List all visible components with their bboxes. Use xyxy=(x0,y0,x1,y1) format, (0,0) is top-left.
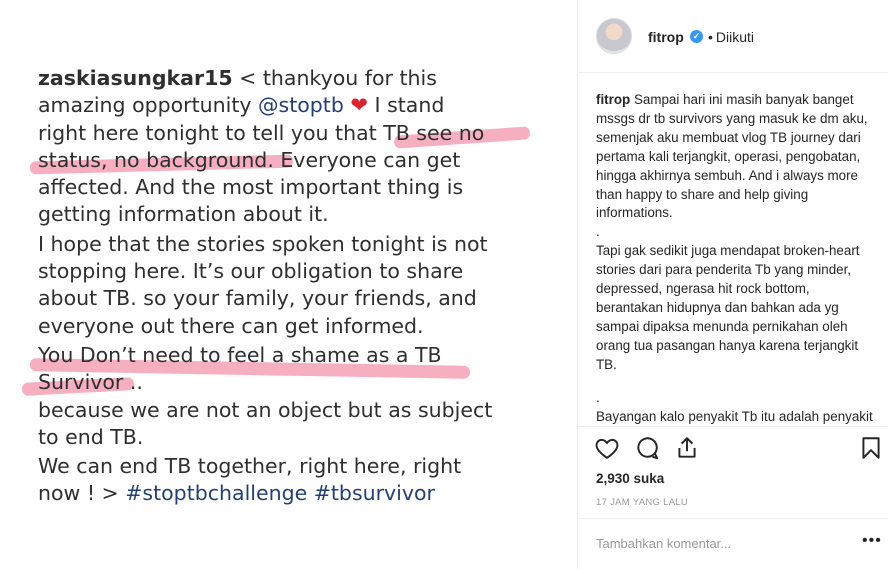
post-line: everyone out there can get informed. xyxy=(38,313,424,338)
more-options-icon[interactable]: ••• xyxy=(862,532,882,550)
post-line: status, no background. Everyone can get xyxy=(38,147,461,172)
post-line: now ! > #stoptbchallenge #tbsurvivor xyxy=(38,481,435,506)
post-image-text: zaskiasungkar15 < thankyou for this amaz… xyxy=(38,65,573,508)
post-header: fitrop ✓ • Diikuti xyxy=(578,0,888,73)
caption-paragraph: fitrop Sampai hari ini masih banyak bang… xyxy=(596,92,868,221)
verified-badge-icon: ✓ xyxy=(690,30,703,43)
post-line: about TB. so your family, your friends, … xyxy=(38,286,477,311)
bookmark-icon[interactable] xyxy=(858,435,884,461)
post-line: zaskiasungkar15 < thankyou for this xyxy=(38,66,437,90)
likes-count[interactable]: 2,930 suka xyxy=(596,471,664,486)
post-timestamp[interactable]: 17 JAM YANG LALU xyxy=(596,497,688,508)
comment-icon[interactable] xyxy=(634,435,660,461)
post-line: getting information about it. xyxy=(38,202,329,227)
post-line: We can end TB together, right here, righ… xyxy=(38,454,462,479)
post-line: I hope that the stories spoken tonight i… xyxy=(38,231,488,256)
post-line: Survivor .. xyxy=(38,370,143,395)
post-line: to end TB. xyxy=(38,424,144,449)
caption: fitrop Sampai hari ini masih banyak bang… xyxy=(596,91,876,426)
heart-icon[interactable] xyxy=(594,435,620,461)
comment-bar: Tambahkan komentar... ••• xyxy=(578,518,888,570)
caption-paragraph: Bayangan kalo penyakit Tb itu adalah pen… xyxy=(596,408,873,424)
post-line: You Don’t need to feel a shame as a TB xyxy=(38,342,442,367)
post-sidebar: fitrop ✓ • Diikuti fitrop Sampai hari ini… xyxy=(577,0,888,569)
mention-link: @stoptb xyxy=(258,93,344,118)
red-heart-emoji: ❤ xyxy=(350,93,368,118)
caption-separator: . xyxy=(596,224,600,240)
post-line: stopping here. It’s our obligation to sh… xyxy=(38,259,464,284)
post-line: right here tonight to tell you that TB s… xyxy=(38,120,485,145)
post-line: affected. And the most important thing i… xyxy=(38,175,464,200)
avatar[interactable] xyxy=(596,18,632,54)
post-line: amazing opportunity @stoptb ❤ I stand xyxy=(38,93,445,118)
caption-separator: . xyxy=(596,389,600,405)
caption-paragraph: Tapi gak sedikit juga mendapat broken-he… xyxy=(596,243,860,372)
share-icon[interactable] xyxy=(674,435,700,461)
hashtag-link: #stoptbchallenge #tbsurvivor xyxy=(125,481,435,506)
comment-input[interactable]: Tambahkan komentar... xyxy=(596,536,731,551)
caption-username[interactable]: fitrop xyxy=(596,92,630,107)
post-line: because we are not an object but as subj… xyxy=(38,397,493,422)
username-link[interactable]: fitrop xyxy=(648,29,684,45)
post-image: zaskiasungkar15 < thankyou for this amaz… xyxy=(0,0,577,569)
follow-status[interactable]: • Diikuti xyxy=(708,29,754,45)
